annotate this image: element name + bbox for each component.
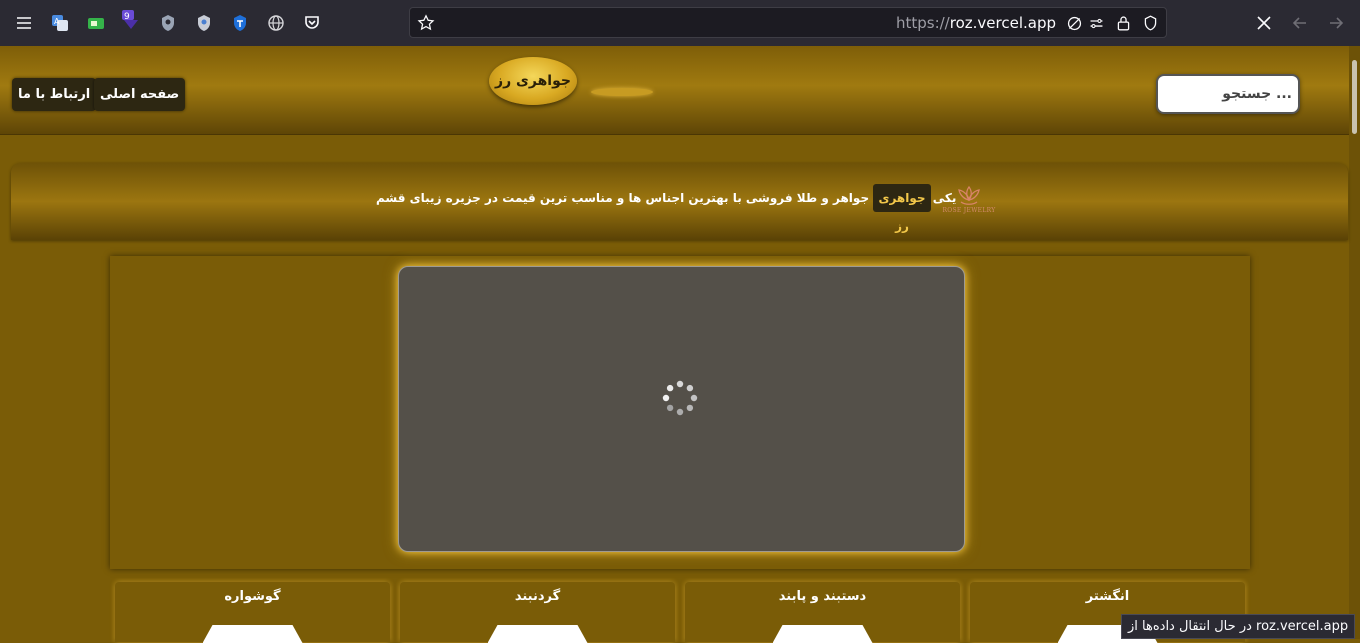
category-card-bracelets[interactable]: دستبند و پابند: [685, 582, 960, 643]
category-title: گوشواره: [224, 589, 281, 604]
site-logo[interactable]: جواهری رز: [489, 57, 577, 105]
stop-loading-icon[interactable]: [1254, 13, 1274, 33]
browser-toolbar: A 9 https://roz.vercel.app: [0, 0, 1360, 47]
contact-us-button[interactable]: ارتباط با ما: [12, 78, 97, 111]
globe-extension-icon[interactable]: [266, 13, 286, 33]
tracking-off-icon[interactable]: [1066, 15, 1083, 32]
bookmark-star-icon[interactable]: [417, 14, 435, 32]
shield-extension-icon[interactable]: [158, 13, 178, 33]
forward-arrow-icon[interactable]: [1326, 13, 1346, 33]
menu-icon[interactable]: [14, 13, 34, 33]
rose-logo-caption: ROSE JEWELRY: [942, 207, 996, 214]
green-extension-icon[interactable]: [86, 13, 106, 33]
banner-brand-chip: جواهری رز: [873, 184, 931, 233]
site-header: ارتباط با ما صفحه اصلی جواهری رز: [0, 46, 1349, 135]
image-slider[interactable]: [398, 266, 965, 552]
loading-spinner-icon: [662, 380, 698, 416]
browser-status-text: در حال انتقال داده‌ها از roz.vercel.app: [1121, 614, 1356, 639]
category-title: انگشتر: [1085, 589, 1130, 604]
scrollbar-thumb[interactable]: [1352, 60, 1357, 134]
translate-extension-icon[interactable]: A: [50, 13, 70, 33]
page-scrollbar[interactable]: [1349, 46, 1360, 639]
url-text: https://roz.vercel.app: [895, 14, 1056, 32]
blue-shield-extension-icon[interactable]: [230, 13, 250, 33]
category-image: [487, 625, 588, 643]
svg-text:9: 9: [124, 12, 130, 22]
logo-shadow: [591, 88, 653, 96]
home-button[interactable]: صفحه اصلی: [94, 78, 186, 111]
category-image: [772, 625, 873, 643]
svg-text:A: A: [54, 17, 60, 26]
address-bar[interactable]: https://roz.vercel.app: [409, 7, 1167, 38]
slider-panel: [110, 256, 1250, 569]
category-title: گردنبند: [514, 589, 561, 604]
badge-extension-icon[interactable]: 9: [120, 9, 142, 33]
search-input[interactable]: [1156, 74, 1300, 114]
intro-banner: یکی از بهترین جواهر و طلا فروشی با بهتری…: [11, 163, 1348, 240]
category-card-earrings[interactable]: گوشواره: [115, 582, 390, 643]
category-image: [202, 625, 303, 643]
category-card-necklaces[interactable]: گردنبند: [400, 582, 675, 643]
lock-icon[interactable]: [1115, 14, 1132, 32]
tracking-protection-shield-icon[interactable]: [1142, 14, 1159, 32]
privacy-extension-icon[interactable]: [194, 13, 214, 33]
permissions-icon[interactable]: [1088, 15, 1105, 32]
banner-text: یکی از بهترین جواهر و طلا فروشی با بهتری…: [376, 191, 957, 205]
category-title: دستبند و پابند: [778, 589, 867, 604]
pocket-icon[interactable]: [302, 13, 322, 33]
back-arrow-icon[interactable]: [1290, 13, 1310, 33]
